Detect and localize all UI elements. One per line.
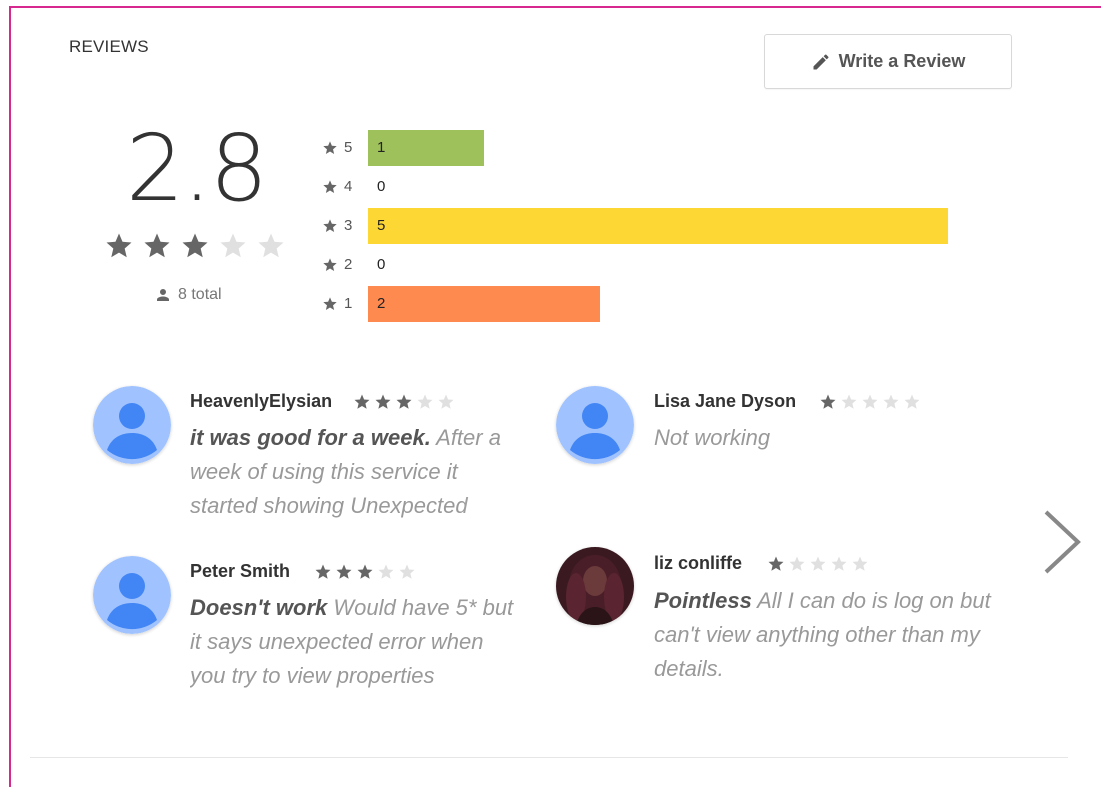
star-icon <box>144 233 170 258</box>
histogram-star-value: 5 <box>344 139 353 156</box>
star-icon <box>258 233 284 258</box>
star-icon <box>820 394 836 409</box>
star-icon <box>378 564 394 579</box>
star-icon <box>831 556 847 571</box>
review-title: Pointless <box>654 588 752 613</box>
review-stars <box>314 563 416 581</box>
review-text: Pointless All I can do is log on but can… <box>654 584 994 686</box>
star-icon <box>841 394 857 409</box>
review-text: Doesn't work Would have 5* but it says u… <box>190 591 522 693</box>
histogram-star-value: 2 <box>344 256 353 273</box>
star-icon <box>357 564 373 579</box>
histogram-bar <box>368 129 484 166</box>
avatar <box>93 556 171 634</box>
section-title: REVIEWS <box>69 37 149 56</box>
star-icon <box>396 394 412 409</box>
histogram-star-value: 1 <box>344 295 353 312</box>
review-title: it was good for a week. <box>190 425 431 450</box>
review-stars <box>353 393 455 411</box>
star-icon <box>323 296 337 310</box>
star-icon <box>810 556 826 571</box>
star-icon <box>768 556 784 571</box>
star-icon <box>323 179 337 193</box>
histogram-count: 5 <box>377 216 386 234</box>
reviewer-name: HeavenlyElysian <box>190 391 333 411</box>
histogram-label: 4 <box>322 178 368 195</box>
star-icon <box>862 394 878 409</box>
histogram-label: 1 <box>322 295 368 312</box>
star-icon <box>354 394 370 409</box>
star-icon <box>883 394 899 409</box>
review-stars <box>767 555 869 573</box>
review-text: Not working <box>654 421 994 455</box>
histogram-count: 0 <box>377 177 386 195</box>
star-icon <box>323 218 337 232</box>
avatar <box>556 386 634 464</box>
write-review-label: Write a Review <box>838 51 966 71</box>
chevron-right-icon <box>1044 510 1081 574</box>
average-rating: 2.8 <box>125 115 268 222</box>
reviewer-name: liz conliffe <box>654 553 743 573</box>
total-label: 8 total <box>178 286 222 303</box>
histogram-label: 5 <box>322 139 368 156</box>
divider <box>30 757 1068 758</box>
star-icon <box>106 233 132 258</box>
star-icon <box>852 556 868 571</box>
review-title: Doesn't work <box>190 595 328 620</box>
histogram-star-value: 4 <box>344 178 353 195</box>
star-icon <box>336 564 352 579</box>
average-stars <box>104 231 286 261</box>
rating-histogram: 5140352012 <box>322 128 968 323</box>
reviewer-name: Peter Smith <box>190 561 291 581</box>
star-icon <box>789 556 805 571</box>
histogram-label: 2 <box>322 256 368 273</box>
histogram-bar <box>368 207 948 244</box>
star-icon <box>182 233 208 258</box>
histogram-row: 20 <box>322 245 968 284</box>
histogram-row: 12 <box>322 284 968 323</box>
star-icon <box>315 564 331 579</box>
review-text: it was good for a week. After a week of … <box>190 421 522 523</box>
avatar <box>556 547 634 625</box>
star-icon <box>375 394 391 409</box>
star-icon <box>323 140 337 154</box>
histogram-count: 0 <box>377 255 386 273</box>
histogram-label: 3 <box>322 217 368 234</box>
reviewer-name: Lisa Jane Dyson <box>654 391 797 411</box>
histogram-star-value: 3 <box>344 217 353 234</box>
histogram-row: 40 <box>322 167 968 206</box>
star-icon <box>417 394 433 409</box>
histogram-count: 2 <box>377 294 386 312</box>
person-icon <box>157 289 169 301</box>
histogram-count: 1 <box>377 138 386 156</box>
avatar <box>93 386 171 464</box>
star-icon <box>323 257 337 271</box>
review-stars <box>819 393 921 411</box>
star-icon <box>220 233 246 258</box>
write-review-button[interactable]: Write a Review <box>764 34 1012 89</box>
star-icon <box>399 564 415 579</box>
star-icon <box>438 394 454 409</box>
pencil-icon <box>813 53 829 69</box>
star-icon <box>904 394 920 409</box>
histogram-row: 35 <box>322 206 968 245</box>
next-reviews-button[interactable] <box>1040 508 1084 576</box>
review-body: Not working <box>654 425 771 450</box>
total-ratings: 8 total <box>154 286 222 304</box>
histogram-row: 51 <box>322 128 968 167</box>
histogram-bar <box>368 285 600 322</box>
